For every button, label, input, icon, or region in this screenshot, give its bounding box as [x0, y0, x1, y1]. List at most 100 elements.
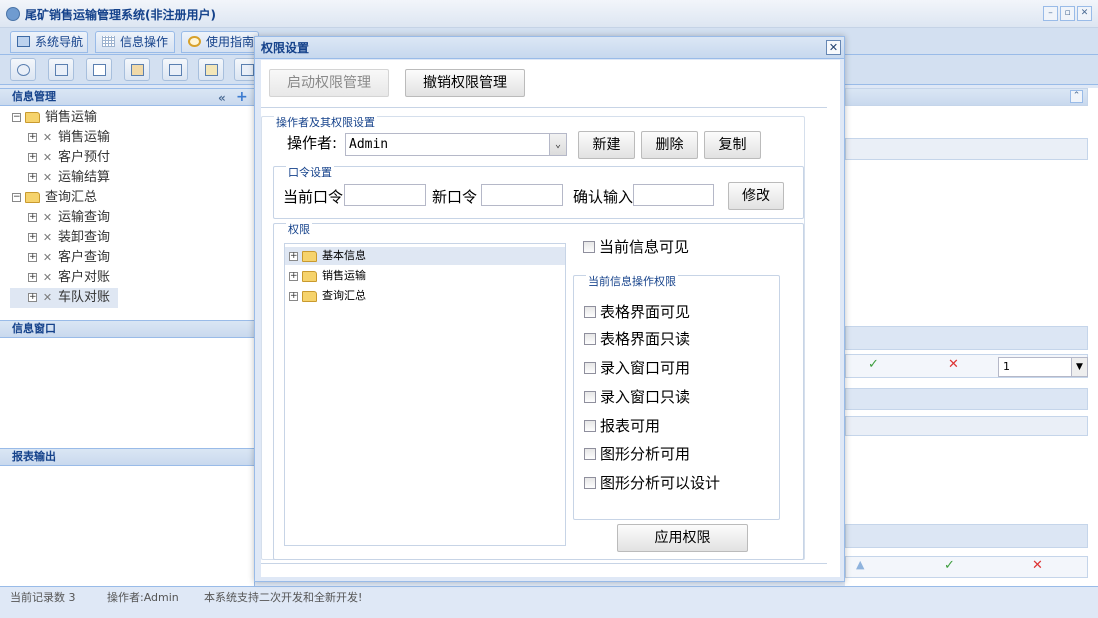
tool-icon: ✕: [42, 150, 53, 164]
current-password-input[interactable]: [344, 184, 426, 206]
expand-node-icon[interactable]: +: [28, 213, 37, 222]
collapse-node-icon[interactable]: −: [12, 113, 21, 122]
perm-chart-usable-checkbox[interactable]: 图形分析可用: [584, 445, 690, 463]
expand-node-icon[interactable]: +: [28, 133, 37, 142]
chevron-down-icon[interactable]: ⌄: [549, 134, 566, 155]
right-panel: ⌃ ✓ ✕ 1 ▼ ▲ ✓ ✕: [845, 88, 1098, 586]
collapse-node-icon[interactable]: −: [12, 193, 21, 202]
expand-node-icon[interactable]: +: [28, 253, 37, 262]
page-button[interactable]: [86, 58, 112, 81]
page-select[interactable]: 1 ▼: [998, 357, 1088, 377]
tree-item-fleet-reconcile[interactable]: + ✕ 车队对账: [10, 288, 118, 308]
app-titlebar: 尾矿销售运输管理系统(非注册用户) – ▫ ✕: [0, 0, 1098, 28]
tool-icon: ✕: [42, 130, 53, 144]
new-password-input[interactable]: [481, 184, 563, 206]
modify-password-button[interactable]: 修改: [728, 182, 784, 210]
status-operator: 操作者:Admin: [107, 591, 179, 604]
perm-chart-design-checkbox[interactable]: 图形分析可以设计: [584, 474, 720, 492]
confirm-icon[interactable]: ✓: [868, 357, 879, 372]
help-icon: [188, 36, 201, 47]
enable-permission-button[interactable]: 启动权限管理: [269, 69, 389, 97]
perm-entry-readonly-checkbox[interactable]: 录入窗口只读: [584, 388, 690, 406]
close-icon[interactable]: ✕: [1077, 6, 1092, 21]
expand-node-icon[interactable]: +: [289, 271, 298, 281]
restore-icon[interactable]: ▫: [1060, 6, 1075, 21]
search-button[interactable]: [10, 58, 36, 81]
checkbox-icon[interactable]: [584, 391, 596, 403]
operator-select[interactable]: Admin ⌄: [345, 133, 567, 156]
dialog-titlebar: 权限设置 ✕: [255, 37, 844, 59]
up-icon[interactable]: ▲: [856, 558, 864, 571]
tab-system-nav[interactable]: 系统导航: [10, 31, 88, 53]
copy-operator-button[interactable]: 复制: [704, 131, 761, 159]
page-icon: [93, 64, 106, 76]
tree-item-loading-query[interactable]: + ✕ 装卸查询: [28, 228, 110, 248]
tree-item-customer-prepay[interactable]: + ✕ 客户预付: [28, 148, 110, 168]
table-icon: [55, 64, 68, 76]
divider: [261, 107, 827, 108]
expand-node-icon[interactable]: +: [28, 173, 37, 182]
confirm-password-input[interactable]: [633, 184, 714, 206]
new-operator-button[interactable]: 新建: [578, 131, 635, 159]
table-button[interactable]: [48, 58, 74, 81]
checkbox-icon[interactable]: [584, 362, 596, 374]
left-panel: 信息管理 « + − 销售运输 + ✕ 销售运输 + ✕ 客户预付 + ✕ 运输结算 − 查询汇…: [0, 88, 255, 586]
confirm-icon[interactable]: ✓: [944, 558, 955, 573]
tree-item-customer-query[interactable]: + ✕ 客户查询: [28, 248, 110, 268]
user-button[interactable]: [124, 58, 150, 81]
perm-tree-node-basic[interactable]: + 基本信息: [285, 247, 565, 265]
checkbox-icon[interactable]: [584, 420, 596, 432]
window-button[interactable]: [162, 58, 188, 81]
revoke-permission-button[interactable]: 撤销权限管理: [405, 69, 525, 97]
folder-icon: [25, 192, 40, 203]
cancel-icon[interactable]: ✕: [948, 357, 959, 372]
tree-item-sales-transport[interactable]: + ✕ 销售运输: [28, 128, 110, 148]
chevron-down-icon[interactable]: ▼: [1071, 358, 1087, 376]
collapse-up-icon[interactable]: ⌃: [1070, 90, 1083, 103]
grid-icon: [102, 36, 115, 47]
tree-folder-query[interactable]: − 查询汇总: [12, 188, 97, 208]
perm-tree-node-sales[interactable]: + 销售运输: [285, 267, 366, 285]
monitor-icon: [17, 36, 30, 47]
tab-info-operation[interactable]: 信息操作: [95, 31, 175, 53]
tree-item-customer-reconcile[interactable]: + ✕ 客户对账: [28, 268, 110, 288]
expand-node-icon[interactable]: +: [28, 233, 37, 242]
info-window-header: 信息窗口: [0, 320, 255, 338]
checkbox-icon[interactable]: [584, 477, 596, 489]
expand-node-icon[interactable]: +: [28, 273, 37, 282]
tree-item-transport-query[interactable]: + ✕ 运输查询: [28, 208, 110, 228]
export-button[interactable]: [198, 58, 224, 81]
perm-grid-visible-checkbox[interactable]: 表格界面可见: [584, 303, 690, 321]
tree-folder-sales[interactable]: − 销售运输: [12, 108, 97, 128]
info-window-band: [845, 326, 1088, 350]
expand-node-icon[interactable]: +: [289, 291, 298, 301]
tree-item-transport-settlement[interactable]: + ✕ 运输结算: [28, 168, 110, 188]
tool-icon: ✕: [42, 270, 53, 284]
new-password-label: 新口令: [432, 188, 478, 206]
add-icon[interactable]: +: [236, 89, 248, 105]
current-password-label: 当前口令: [283, 188, 344, 206]
tab-user-guide[interactable]: 使用指南: [181, 31, 259, 53]
expand-node-icon[interactable]: +: [28, 293, 37, 302]
tool-icon: ✕: [42, 210, 53, 224]
checkbox-icon[interactable]: [583, 241, 595, 253]
cancel-icon[interactable]: ✕: [1032, 558, 1043, 573]
expand-node-icon[interactable]: +: [289, 251, 298, 261]
perm-tree-node-query[interactable]: + 查询汇总: [285, 287, 366, 305]
minimize-icon[interactable]: –: [1043, 6, 1058, 21]
current-visible-checkbox[interactable]: 当前信息可见: [583, 238, 689, 256]
perm-entry-usable-checkbox[interactable]: 录入窗口可用: [584, 359, 690, 377]
folder-icon: [302, 270, 317, 282]
perm-grid-readonly-checkbox[interactable]: 表格界面只读: [584, 330, 690, 348]
delete-operator-button[interactable]: 删除: [641, 131, 698, 159]
collapse-icon[interactable]: «: [218, 90, 226, 106]
apply-permission-button[interactable]: 应用权限: [617, 524, 748, 552]
expand-node-icon[interactable]: +: [28, 153, 37, 162]
close-icon[interactable]: ✕: [826, 40, 841, 55]
perm-report-usable-checkbox[interactable]: 报表可用: [584, 417, 660, 435]
checkbox-icon[interactable]: [584, 306, 596, 318]
record-toolbar: ✓ ✕ 1 ▼: [845, 354, 1088, 378]
divider: [261, 563, 827, 564]
checkbox-icon[interactable]: [584, 333, 596, 345]
checkbox-icon[interactable]: [584, 448, 596, 460]
